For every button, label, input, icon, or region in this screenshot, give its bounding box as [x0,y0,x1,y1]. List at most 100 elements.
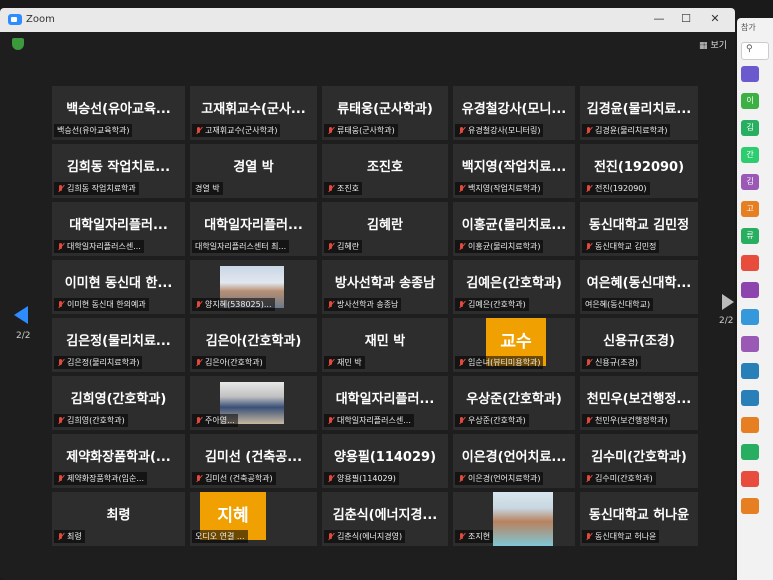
participant-avatar[interactable]: 이 [741,93,759,109]
participant-tile[interactable]: 조진호 조진호 [322,144,448,198]
muted-microphone-icon [57,416,64,425]
muted-microphone-icon [57,474,64,483]
participant-name-text: 주아영... [205,416,235,425]
participant-tile[interactable]: 김춘식(에너지경... 김춘식(에너지경영) [322,492,448,546]
participant-avatar[interactable]: 고 [741,201,759,217]
participant-avatar[interactable] [741,255,759,271]
participant-avatar[interactable] [741,363,759,379]
participant-tile[interactable]: 교수 임순녀(뷰티미용학과) [453,318,575,372]
previous-page-arrow-icon[interactable] [14,306,28,324]
participant-display-name: 대학일자리플러... [69,218,168,233]
participant-tile[interactable]: 김은정(물리치료... 김은정(물리치료학과) [52,318,185,372]
participant-display-name: 이은경(언어치료... [461,450,567,465]
participant-tile[interactable]: 전진(192090) 전진(192090) [580,144,698,198]
participant-tile[interactable]: 경열 박 경열 박 [190,144,317,198]
participant-tile[interactable]: 대학일자리플러... 대학일자리플러스센... [322,376,448,430]
participant-tile[interactable]: 김희동 작업치료... 김희동 작업치료학과 [52,144,185,198]
participant-tile[interactable]: 김예은(간호학과) 김예은(간호학과) [453,260,575,314]
participant-tile[interactable]: 김미선 (건축공... 김미선 (건축공학과) [190,434,317,488]
close-button[interactable]: ✕ [706,11,724,27]
participant-display-name: 고재휘교수(군사... [201,102,306,117]
participant-name-label: 이홍균(물리치료학과) [455,240,544,253]
participant-avatar[interactable] [741,282,759,298]
participant-tile[interactable]: 김수미(간호학과) 김수미(간호학과) [580,434,698,488]
participant-name-text: 천민우(보건행정학과) [595,416,668,425]
muted-microphone-icon [458,242,465,251]
participant-tile[interactable]: 동신대학교 김민정 동신대학교 김민정 [580,202,698,256]
participant-tile[interactable]: 이은경(언어치료... 이은경(언어치료학과) [453,434,575,488]
participant-tile[interactable]: 대학일자리플러... 대학일자리플러스센터 최... [190,202,317,256]
participant-avatar[interactable]: 김 [741,120,759,136]
participant-display-name: 동신대학교 김민정 [588,218,690,233]
participant-name-label: 김미선 (건축공학과) [192,472,276,485]
participant-tile[interactable]: 재민 박 재민 박 [322,318,448,372]
participant-display-name: 여은혜(동신대학... [586,276,692,291]
participant-display-name: 김희동 작업치료... [66,160,171,175]
participant-tile[interactable]: 주아영... [190,376,317,430]
participant-tile[interactable]: 백지영(작업치료... 백지영(작업치료학과) [453,144,575,198]
participant-avatar[interactable] [741,471,759,487]
participant-tile[interactable]: 조지현 [453,492,575,546]
title-bar: Zoom — ☐ ✕ [0,8,735,32]
participant-name-text: 백지영(작업치료학과) [468,184,541,193]
participant-avatar[interactable] [741,309,759,325]
participant-tile[interactable]: 백승선(유아교육... 백승선(유아교육학과) [52,86,185,140]
minimize-button[interactable]: — [650,11,668,27]
participant-display-name: 조진호 [367,160,403,175]
gallery-grid: 백승선(유아교육... 백승선(유아교육학과) 고재휘교수(군사... 고재휘교수(군… [52,86,698,546]
participant-display-name: 김은정(물리치료... [66,334,171,349]
participant-name-text: 김수미(간호학과) [595,474,653,483]
participant-tile[interactable]: 대학일자리플러... 대학일자리플러스센... [52,202,185,256]
participant-tile[interactable]: 지혜 오디오 연결 ... [190,492,317,546]
participant-tile[interactable]: 최령 최령 [52,492,185,546]
participant-name-label: 동신대학교 김민정 [582,240,660,253]
participant-display-name: 우상준(간호학과) [466,392,562,407]
participant-avatar[interactable] [741,336,759,352]
participant-tile[interactable]: 신용규(조경) 신용규(조경) [580,318,698,372]
participant-avatar[interactable] [741,498,759,514]
participant-tile[interactable]: 양용필(114029) 양용필(114029) [322,434,448,488]
participant-name-label: 경열 박 [192,182,223,195]
participant-name-label: 양지혜(538025)... [192,298,275,311]
participant-name-text: 김미선 (건축공학과) [205,474,273,483]
participant-tile[interactable]: 유경철강사(모니... 유경철강사(모니터링) [453,86,575,140]
participant-name-text: 양용필(114029) [337,474,396,483]
participant-tile[interactable]: 김경윤(물리치료... 김경윤(물리치료학과) [580,86,698,140]
participant-search-input[interactable]: ⚲ [741,42,769,60]
participant-tile[interactable]: 방사선학과 송종남 방사선학과 송종남 [322,260,448,314]
muted-microphone-icon [57,242,64,251]
participant-tile[interactable]: 고재휘교수(군사... 고재휘교수(군사학과) [190,86,317,140]
participant-avatar[interactable]: 간 [741,147,759,163]
participant-avatar[interactable]: 류 [741,228,759,244]
participant-tile[interactable]: 우상준(간호학과) 우상준(간호학과) [453,376,575,430]
next-page-arrow-icon[interactable] [722,294,734,310]
participant-name-text: 신용규(조경) [595,358,639,367]
participant-avatar[interactable] [741,444,759,460]
participant-avatar[interactable] [741,66,759,82]
participant-name-label: 여은혜(동신대학교) [582,298,654,311]
participant-avatar[interactable] [741,390,759,406]
participant-tile[interactable]: 제약화장품학과(... 제약화장품학과(임순... [52,434,185,488]
muted-microphone-icon [327,242,334,251]
muted-microphone-icon [458,300,465,309]
participant-tile[interactable]: 양지혜(538025)... [190,260,317,314]
participant-name-label: 우상준(간호학과) [455,414,529,427]
participant-tile[interactable]: 김혜란 김혜란 [322,202,448,256]
participant-tile[interactable]: 동신대학교 허나윤 동신대학교 허나윤 [580,492,698,546]
participant-tile[interactable]: 천민우(보건행정... 천민우(보건행정학과) [580,376,698,430]
participant-tile[interactable]: 김희영(간호학과) 김희영(간호학과) [52,376,185,430]
search-icon: ⚲ [746,44,753,54]
security-shield-icon[interactable] [12,38,24,50]
muted-microphone-icon [458,532,465,541]
muted-microphone-icon [327,184,334,193]
participant-avatar[interactable]: 김 [741,174,759,190]
muted-microphone-icon [458,474,465,483]
participant-tile[interactable]: 이홍균(물리치료... 이홍균(물리치료학과) [453,202,575,256]
participant-avatar[interactable] [741,417,759,433]
participant-tile[interactable]: 김은아(간호학과) 김은아(간호학과) [190,318,317,372]
participant-tile[interactable]: 이미현 동신대 한... 이미현 동신대 한의예과 [52,260,185,314]
participant-tile[interactable]: 류태웅(군사학과) 류태웅(군사학과) [322,86,448,140]
maximize-button[interactable]: ☐ [677,11,695,27]
view-button[interactable]: ▦ 보기 [699,38,727,51]
participant-tile[interactable]: 여은혜(동신대학... 여은혜(동신대학교) [580,260,698,314]
